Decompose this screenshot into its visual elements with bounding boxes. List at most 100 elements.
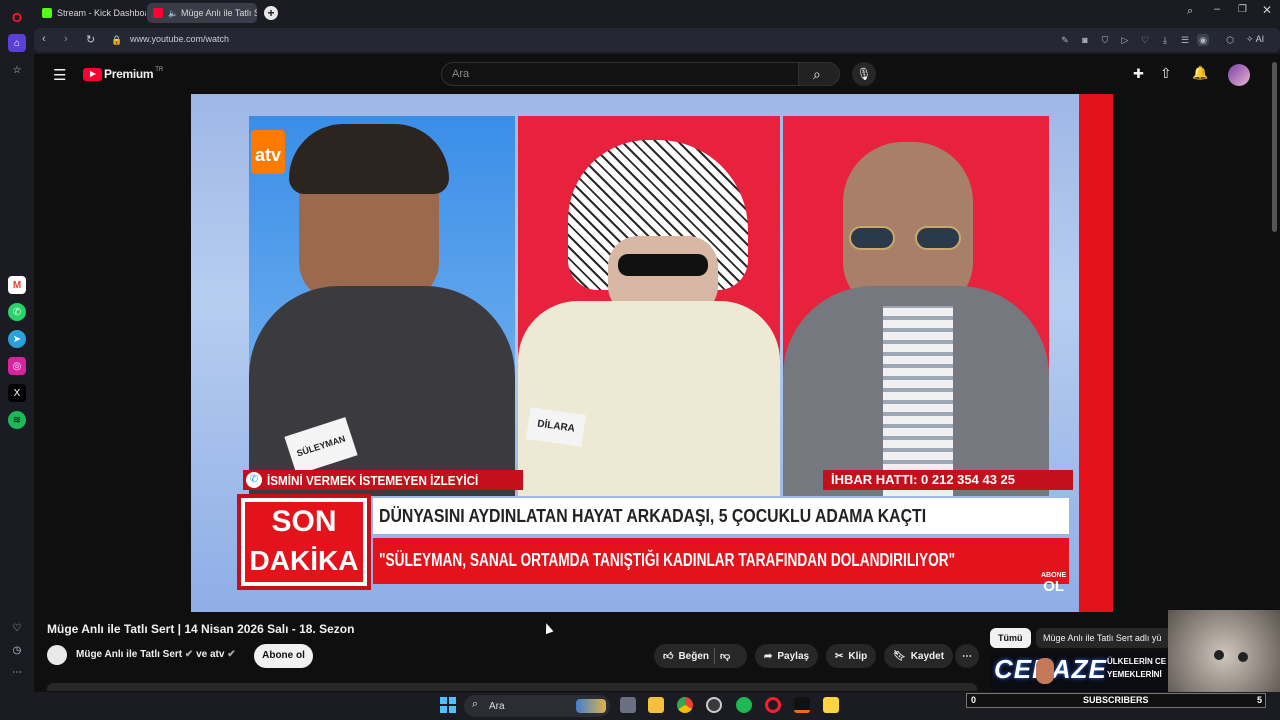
headline-2: "SÜLEYMAN, SANAL ORTAMDA TANIŞTIĞI KADIN… (379, 550, 956, 570)
channel-name[interactable]: Müge Anlı ile Tatlı Sert (76, 649, 182, 660)
video-title: Müge Anlı ile Tatlı Sert | 14 Nisan 2026… (47, 622, 355, 636)
taskbar-search-box[interactable]: ⌕ Ara (464, 695, 610, 717)
channel-name-row[interactable]: Müge Anlı ile Tatlı Sert ✔ ve atv ✔ (76, 649, 236, 660)
minimize-button[interactable]: – (1214, 3, 1220, 15)
star-icon[interactable]: ☆ (8, 61, 26, 79)
goal-start: 0 (971, 695, 977, 705)
youtube-premium-logo[interactable]: Premium TR (83, 67, 163, 81)
like-dislike-group: 👍︎ Beğen 👎︎ (654, 644, 747, 668)
heart-outline-icon[interactable]: ♡ (1139, 34, 1151, 46)
telegram-icon[interactable]: ➤ (8, 330, 26, 348)
hamburger-menu-icon[interactable]: ☰ (53, 66, 66, 84)
edit-icon[interactable]: ✎ (1059, 34, 1071, 46)
clip-button[interactable]: ✂ Klip (826, 644, 877, 668)
create-icon[interactable]: ✚ (1133, 66, 1144, 82)
search-icon: ⌕ (472, 698, 479, 710)
tab-youtube-video[interactable]: 🔈 Müge Anlı ile Tatlı Sert (147, 3, 257, 23)
page-scrollbar[interactable] (1272, 62, 1277, 232)
goal-end: 5 (1257, 695, 1263, 705)
windows-start-icon[interactable] (440, 697, 456, 713)
more-icon[interactable]: ⋯ (8, 663, 26, 681)
dakika-label: DAKİKA (249, 545, 359, 576)
opera-logo-icon[interactable]: O (8, 8, 26, 26)
close-button[interactable]: ✕ (1262, 3, 1272, 17)
channel-avatar[interactable] (47, 645, 67, 665)
abone-ol-watermark[interactable]: ABONE OL (1041, 572, 1066, 594)
lock-icon: 🔒 (111, 35, 123, 45)
microphone-icon: 🎙 (856, 67, 872, 81)
chip-related[interactable]: Müge Anlı ile Tatlı Sert adlı yü (1036, 628, 1172, 648)
opera-sidebar: O ⌂ ☆ M ✆ ➤ ◎ X ≋ ♡ ◷ ⋯ (0, 0, 34, 720)
url-text[interactable]: www.youtube.com/watch (130, 34, 229, 44)
youtube-logo-icon (83, 67, 102, 81)
gmail-icon[interactable]: M (8, 276, 26, 294)
thumbs-down-icon: 👎︎ (720, 651, 731, 662)
file-explorer-icon[interactable] (648, 697, 664, 713)
account-avatar[interactable] (1228, 64, 1250, 86)
speaker-icon[interactable]: 🔈 (168, 9, 178, 18)
like-button[interactable]: 👍︎ Beğen (663, 650, 710, 663)
profile-icon[interactable]: ◉ (1197, 34, 1209, 46)
guest-panel-suleyman: atv SÜLEYMAN (249, 116, 515, 496)
description-box[interactable] (47, 683, 977, 691)
aria-button[interactable]: ✧ AI (1246, 34, 1264, 45)
country-code: TR (155, 67, 164, 73)
task-view-icon[interactable] (620, 697, 636, 713)
voice-search-button[interactable]: 🎙 (852, 62, 876, 86)
more-horizontal-icon: ⋯ (962, 650, 972, 662)
share-label: Paylaş (777, 650, 810, 662)
like-label: Beğen (678, 650, 710, 662)
save-label: Kaydet (910, 650, 945, 662)
chrome-icon[interactable] (677, 697, 693, 713)
video-player[interactable]: atv SÜLEYMAN DİLARA ✆ İSMİNİ VERMEK İSTE… (191, 94, 1113, 612)
forward-icon[interactable]: › (64, 33, 68, 45)
promo-face (1036, 658, 1054, 684)
obs-icon[interactable] (706, 697, 722, 713)
url-box: ‹ › ↻ 🔒 www.youtube.com/watch ✎ ◙ ⛉ ▷ ♡ … (34, 28, 1280, 52)
back-icon[interactable]: ‹ (42, 33, 46, 45)
hotline-bar: İHBAR HATTI: 0 212 354 43 25 (823, 470, 1073, 490)
collab-label[interactable]: ve atv (196, 649, 224, 660)
extensions-icon[interactable]: ⬡ (1224, 34, 1236, 46)
round-sunglasses (849, 226, 969, 250)
opera-taskbar-icon[interactable] (765, 697, 781, 713)
camera-icon[interactable]: ◙ (1079, 34, 1091, 46)
spotify-icon[interactable]: ≋ (8, 411, 26, 429)
download-icon[interactable]: ⤓ (1159, 34, 1171, 46)
search-button[interactable]: ⌕ (798, 62, 840, 86)
tab-kick-dashboard[interactable]: Stream - Kick Dashboard (36, 3, 146, 23)
breaking-badge: SON DAKİKA (245, 502, 363, 582)
menu-icon[interactable]: ☰ (1179, 34, 1191, 46)
promo-thumbnail[interactable]: CENAZE ÜLKELERİN CE YEMEKLERİNİ (990, 652, 1168, 692)
save-button[interactable]: 🔖︎ Kaydet (884, 644, 954, 668)
restore-button[interactable]: ❐ (1238, 4, 1247, 15)
spotify-taskbar-icon[interactable] (736, 697, 752, 713)
heart-icon[interactable]: ♡ (8, 619, 26, 637)
notifications-bell-icon[interactable]: 🔔 (1192, 65, 1208, 81)
reload-icon[interactable]: ↻ (86, 33, 95, 46)
dislike-button[interactable]: 👎︎ (720, 650, 730, 662)
shield-icon[interactable]: ⛉ (1099, 34, 1111, 46)
whatsapp-icon[interactable]: ✆ (8, 303, 26, 321)
home-icon[interactable]: ⌂ (8, 34, 26, 52)
instagram-icon[interactable]: ◎ (8, 357, 26, 375)
more-actions-button[interactable]: ⋯ (955, 644, 979, 668)
address-bar: ‹ › ↻ 🔒 www.youtube.com/watch ✎ ◙ ⛉ ▷ ♡ … (34, 26, 1280, 54)
upload-icon[interactable]: ⇧ (1160, 65, 1172, 82)
tab-search-icon[interactable]: ⌕ (1187, 5, 1193, 18)
history-icon[interactable]: ◷ (8, 641, 26, 659)
x-icon[interactable]: X (8, 384, 26, 402)
share-button[interactable]: ➦ Paylaş (755, 644, 819, 668)
phone-icon: ✆ (246, 472, 262, 488)
windows-taskbar: ⌕ Ara 0 SUBSCRIBERS 5 (0, 692, 1280, 720)
subscribe-button[interactable]: Abone ol (254, 644, 313, 668)
app-icon[interactable] (794, 697, 810, 713)
search-input[interactable]: Ara (441, 62, 799, 86)
app-icon[interactable] (823, 697, 839, 713)
play-icon[interactable]: ▷ (1119, 34, 1131, 46)
new-tab-button[interactable]: + (264, 6, 278, 20)
chip-all[interactable]: Tümü (990, 628, 1031, 648)
son-label: SON (271, 505, 337, 538)
taskbar-search-label: Ara (489, 701, 505, 712)
man-jacket (249, 286, 515, 496)
